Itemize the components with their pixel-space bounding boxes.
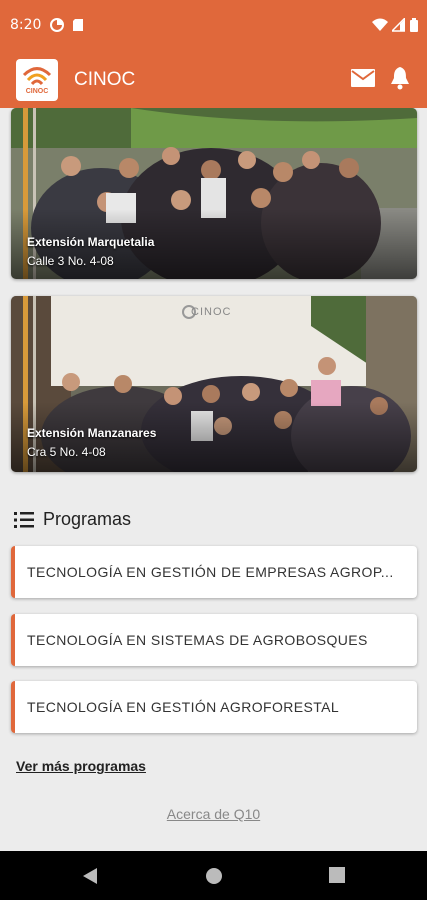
system-nav-bar (0, 851, 427, 900)
about-link[interactable]: Acerca de Q10 (0, 806, 427, 822)
banner-text: CINOC (191, 306, 232, 318)
program-item[interactable]: TECNOLOGÍA EN GESTIÓN DE EMPRESAS AGROP.… (11, 546, 417, 598)
campus-card-marquetalia[interactable]: Extensión Marquetalia Calle 3 No. 4-08 (11, 108, 417, 279)
sd-card-icon (73, 19, 83, 31)
campus-name: Extensión Manzanares (27, 426, 157, 440)
app-bar: CINOC CINOC (0, 52, 427, 108)
status-time: 8:20 (10, 17, 42, 33)
bell-icon[interactable] (389, 66, 411, 90)
battery-icon (410, 18, 418, 32)
list-icon (14, 512, 34, 528)
wifi-icon (372, 18, 388, 31)
mail-icon[interactable] (351, 69, 375, 87)
data-saver-icon (50, 18, 64, 32)
program-label: TECNOLOGÍA EN SISTEMAS DE AGROBOSQUES (27, 632, 368, 648)
campus-card-manzanares[interactable]: CINOC Extensión Manzanares Cra 5 No. 4-0… (11, 296, 417, 472)
app-title: CINOC (74, 69, 136, 90)
campus-address: Calle 3 No. 4-08 (27, 254, 114, 268)
recents-icon[interactable] (329, 867, 345, 883)
program-label: TECNOLOGÍA EN GESTIÓN AGROFORESTAL (27, 699, 340, 715)
program-item[interactable]: TECNOLOGÍA EN GESTIÓN AGROFORESTAL (11, 681, 417, 733)
status-bar: 8:20 (0, 0, 427, 52)
home-icon[interactable] (205, 867, 223, 885)
campus-name: Extensión Marquetalia (27, 235, 155, 249)
more-programs-link[interactable]: Ver más programas (16, 758, 146, 774)
logo-text: CINOC (25, 88, 49, 95)
content-scroll[interactable]: Extensión Marquetalia Calle 3 No. 4-08 C… (0, 108, 427, 851)
programs-title: Programas (43, 509, 132, 529)
logo-signal-icon (22, 67, 52, 86)
cinoc-logo: CINOC (16, 59, 58, 101)
back-icon[interactable] (82, 867, 98, 885)
program-item[interactable]: TECNOLOGÍA EN SISTEMAS DE AGROBOSQUES (11, 614, 417, 666)
campus-address: Cra 5 No. 4-08 (27, 445, 106, 459)
signal-icon (392, 18, 405, 32)
program-label: TECNOLOGÍA EN GESTIÓN DE EMPRESAS AGROP.… (27, 564, 394, 580)
